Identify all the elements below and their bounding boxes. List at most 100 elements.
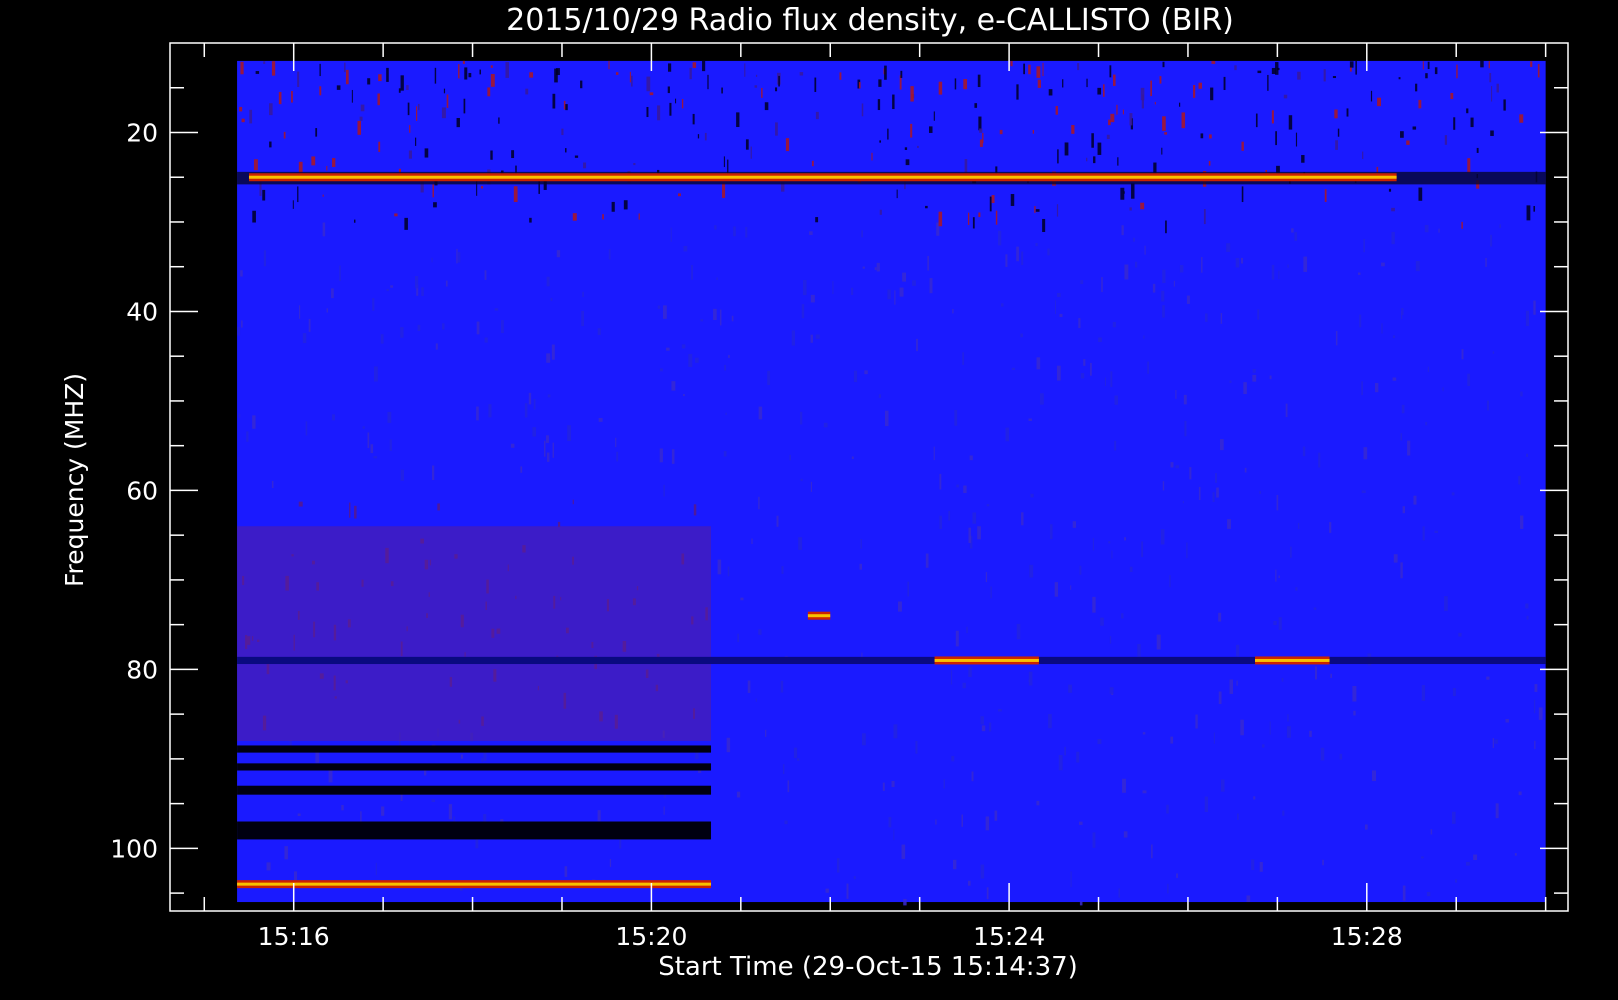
- noise-mark: [1055, 106, 1058, 115]
- noise-mark: [1056, 204, 1059, 217]
- noise-mark: [1252, 374, 1257, 382]
- noise-mark: [782, 764, 785, 775]
- noise-mark: [1170, 736, 1174, 744]
- noise-mark: [977, 74, 981, 88]
- noise-mark: [968, 667, 972, 677]
- noise-mark: [1205, 313, 1208, 322]
- noise-mark: [1036, 800, 1040, 806]
- noise-mark: [1255, 113, 1258, 128]
- noise-mark: [370, 444, 374, 454]
- noise-mark: [1281, 677, 1284, 682]
- noise-mark: [1162, 481, 1165, 491]
- noise-mark: [1418, 99, 1422, 109]
- noise-mark: [1161, 290, 1165, 302]
- noise-mark: [745, 226, 748, 238]
- noise-mark: [1430, 829, 1433, 835]
- noise-mark: [431, 799, 436, 802]
- noise-mark: [702, 60, 706, 72]
- noise-mark: [328, 769, 333, 783]
- noise-mark: [1122, 109, 1124, 115]
- noise-mark: [799, 72, 804, 76]
- noise-mark: [1070, 871, 1072, 888]
- noise-mark: [861, 230, 863, 238]
- noise-mark: [1297, 522, 1300, 529]
- noise-mark: [315, 751, 320, 763]
- noise-mark: [1089, 362, 1092, 376]
- noise-mark: [891, 780, 895, 787]
- noise-mark: [360, 104, 365, 112]
- noise-mark: [1534, 740, 1536, 750]
- noise-mark: [609, 858, 612, 867]
- noise-mark: [1295, 132, 1298, 147]
- noise-mark: [407, 102, 410, 116]
- noise-mark: [815, 334, 820, 339]
- noise-mark: [858, 82, 861, 89]
- noise-mark: [740, 597, 744, 601]
- noise-mark: [1161, 147, 1163, 155]
- noise-mark: [758, 496, 760, 510]
- dark-band-mark: [237, 785, 712, 795]
- noise-mark: [1175, 389, 1177, 399]
- noise-mark: [1203, 209, 1206, 225]
- noise-mark: [378, 141, 381, 152]
- noise-mark: [505, 62, 510, 78]
- noise-mark: [1461, 221, 1463, 229]
- noise-mark: [351, 89, 353, 103]
- noise-mark: [1236, 680, 1238, 686]
- noise-mark: [974, 103, 978, 108]
- noise-mark: [781, 566, 784, 574]
- noise-mark: [487, 87, 491, 97]
- noise-mark: [1400, 562, 1403, 579]
- noise-mark: [1123, 831, 1128, 838]
- noise-mark: [927, 255, 929, 271]
- noise-mark: [861, 103, 864, 117]
- noise-mark: [266, 862, 271, 871]
- noise-mark: [1391, 231, 1395, 245]
- noise-mark: [1215, 473, 1218, 483]
- noise-mark: [574, 155, 579, 158]
- noise-mark: [1375, 382, 1379, 393]
- noise-mark: [1434, 530, 1439, 534]
- y-tick-label: 40: [126, 297, 158, 326]
- noise-mark: [1303, 256, 1308, 272]
- noise-mark: [954, 409, 958, 426]
- noise-mark: [1098, 337, 1102, 343]
- noise-mark: [629, 71, 631, 83]
- noise-mark: [615, 72, 619, 75]
- noise-mark: [494, 308, 499, 311]
- noise-mark: [510, 443, 515, 448]
- noise-mark: [938, 211, 943, 227]
- noise-mark: [238, 456, 240, 460]
- noise-mark: [533, 398, 536, 410]
- noise-mark: [948, 510, 951, 521]
- noise-mark: [939, 515, 942, 530]
- noise-mark: [1241, 141, 1244, 151]
- noise-mark: [879, 209, 882, 215]
- noise-mark: [253, 159, 258, 171]
- x-tick-label: 15:16: [258, 922, 330, 951]
- noise-mark: [810, 294, 815, 303]
- noise-mark: [1097, 738, 1102, 745]
- noise-mark: [400, 469, 404, 481]
- y-tick-label: 20: [126, 118, 158, 147]
- noise-mark: [1057, 149, 1059, 164]
- noise-mark: [435, 343, 438, 350]
- noise-mark: [373, 456, 378, 459]
- y-tick-label: 80: [126, 655, 158, 684]
- noise-mark: [432, 184, 434, 198]
- noise-mark: [565, 148, 567, 153]
- noise-mark: [374, 366, 378, 382]
- noise-mark: [1220, 779, 1225, 792]
- noise-mark: [298, 501, 303, 507]
- noise-mark: [905, 159, 910, 166]
- noise-mark: [1154, 102, 1156, 105]
- noise-mark: [311, 156, 316, 166]
- noise-mark: [546, 452, 550, 462]
- noise-mark: [1091, 133, 1094, 148]
- noise-mark: [1179, 265, 1184, 273]
- noise-mark: [1297, 71, 1301, 80]
- noise-mark: [278, 91, 282, 105]
- noise-mark: [1480, 60, 1484, 68]
- noise-mark: [1167, 883, 1169, 894]
- noise-mark: [1466, 108, 1469, 114]
